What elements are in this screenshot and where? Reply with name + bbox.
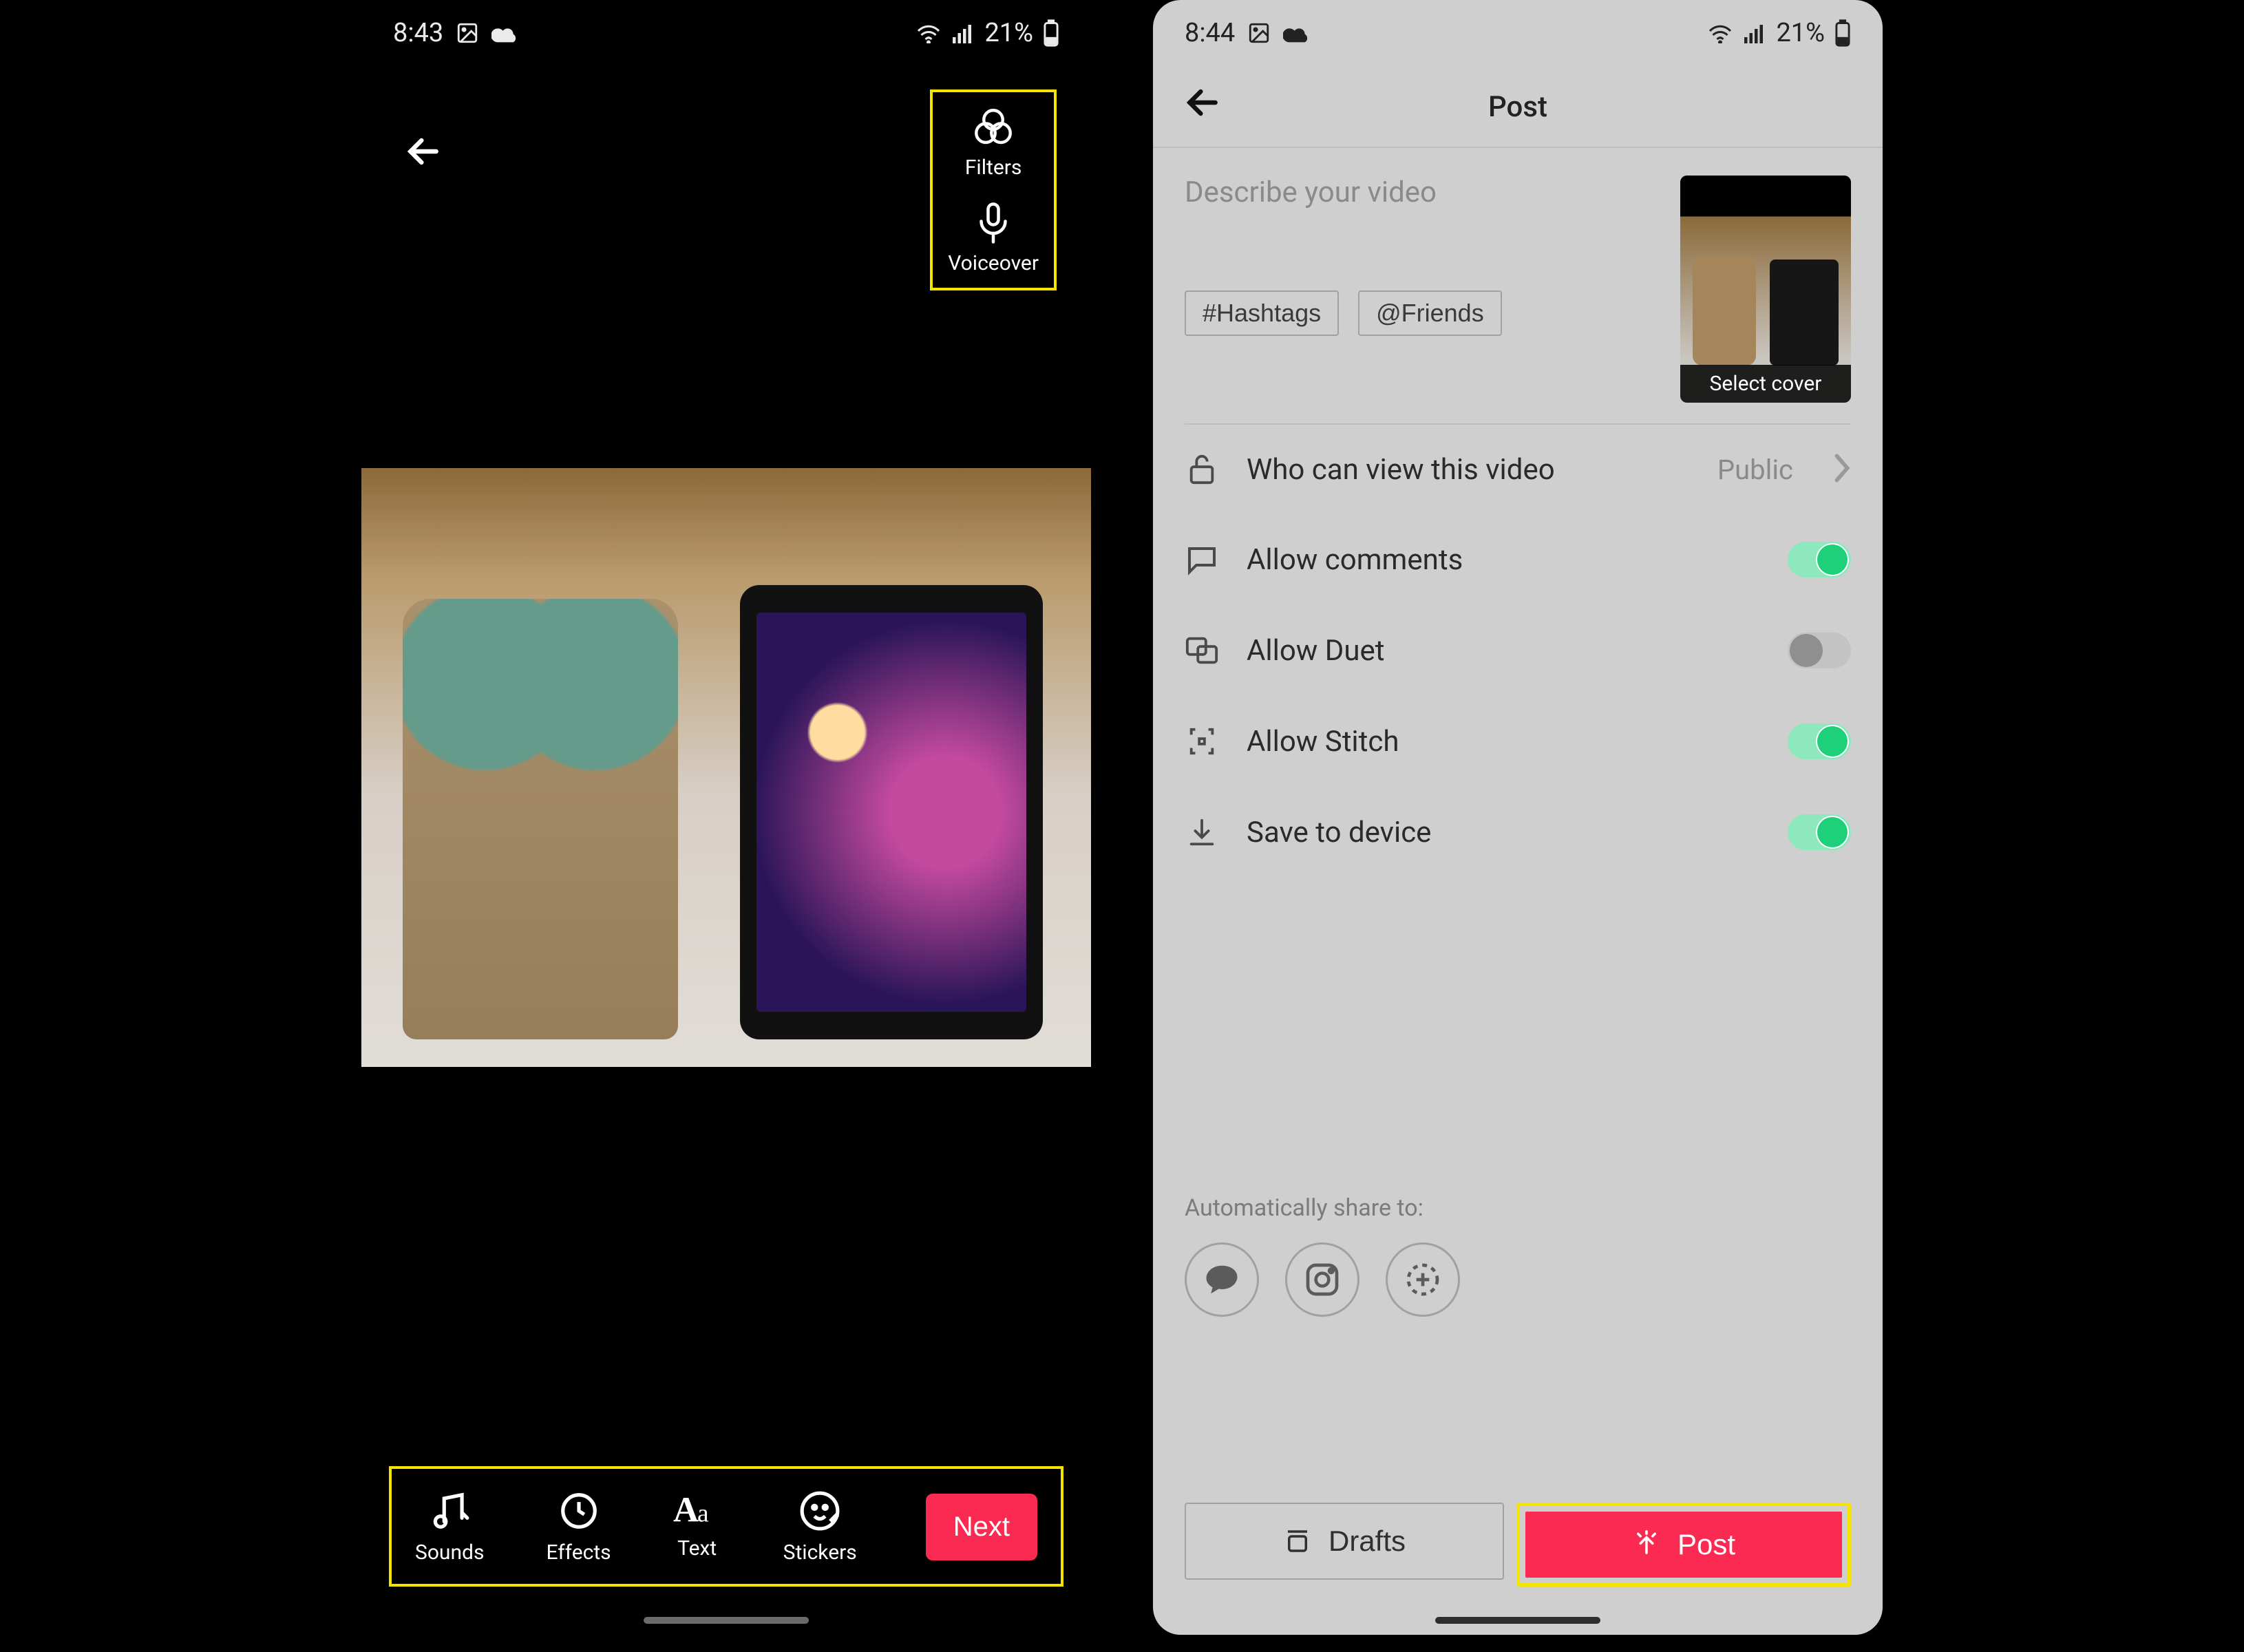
privacy-setting[interactable]: Who can view this video Public bbox=[1153, 425, 1883, 514]
duet-label: Allow Duet bbox=[1247, 634, 1760, 668]
save-toggle[interactable] bbox=[1788, 814, 1851, 850]
comments-toggle[interactable] bbox=[1788, 542, 1851, 578]
cloud-icon bbox=[1283, 23, 1311, 43]
voiceover-button[interactable]: Voiceover bbox=[948, 200, 1039, 275]
effects-button[interactable]: Effects bbox=[546, 1490, 611, 1565]
stickers-button[interactable]: Stickers bbox=[783, 1490, 857, 1565]
post-label: Post bbox=[1677, 1528, 1735, 1561]
effects-label: Effects bbox=[546, 1540, 611, 1565]
download-icon bbox=[1185, 816, 1219, 849]
svg-text:a: a bbox=[697, 1500, 709, 1528]
comments-setting: Allow comments bbox=[1153, 514, 1883, 605]
post-button[interactable]: Post bbox=[1525, 1512, 1842, 1578]
sounds-label: Sounds bbox=[415, 1540, 484, 1565]
comment-icon bbox=[1185, 544, 1219, 575]
page-title: Post bbox=[1488, 90, 1547, 124]
image-icon bbox=[456, 21, 479, 45]
bottom-toolbar-highlight: Sounds Effects Aa Text Stickers Next bbox=[389, 1466, 1063, 1587]
home-indicator[interactable] bbox=[1435, 1617, 1600, 1624]
comments-label: Allow comments bbox=[1247, 543, 1760, 577]
stitch-label: Allow Stitch bbox=[1247, 725, 1760, 759]
share-instagram-button[interactable] bbox=[1285, 1242, 1359, 1317]
status-battery-pct: 21% bbox=[984, 18, 1033, 48]
wifi-icon bbox=[915, 23, 942, 43]
signal-icon bbox=[951, 23, 975, 43]
stitch-toggle[interactable] bbox=[1788, 723, 1851, 759]
editor-screen: 8:43 21% Fi bbox=[361, 0, 1091, 1635]
back-button[interactable] bbox=[1181, 81, 1225, 127]
drafts-label: Drafts bbox=[1329, 1525, 1406, 1558]
preview-tablet bbox=[740, 585, 1043, 1039]
duet-toggle[interactable] bbox=[1788, 633, 1851, 668]
chevron-right-icon bbox=[1832, 453, 1851, 486]
home-indicator[interactable] bbox=[644, 1617, 809, 1624]
description-input[interactable]: Describe your video #Hashtags @Friends bbox=[1185, 176, 1660, 403]
filters-button[interactable]: Filters bbox=[965, 105, 1022, 180]
save-label: Save to device bbox=[1247, 816, 1760, 849]
drafts-button[interactable]: Drafts bbox=[1185, 1503, 1504, 1580]
image-icon bbox=[1247, 21, 1271, 45]
sounds-button[interactable]: Sounds bbox=[415, 1490, 484, 1565]
status-time: 8:43 bbox=[393, 18, 443, 48]
text-button[interactable]: Aa Text bbox=[673, 1490, 721, 1565]
unlock-icon bbox=[1185, 452, 1219, 487]
privacy-value: Public bbox=[1717, 454, 1793, 486]
side-tools-highlight: Filters Voiceover bbox=[930, 89, 1057, 290]
select-cover-label: Select cover bbox=[1680, 365, 1851, 403]
stitch-icon bbox=[1185, 726, 1219, 757]
video-preview bbox=[361, 468, 1091, 1067]
post-button-highlight: Post bbox=[1516, 1503, 1851, 1587]
status-bar: 8:43 21% bbox=[361, 0, 1091, 65]
share-message-button[interactable] bbox=[1185, 1242, 1259, 1317]
preview-subject bbox=[403, 599, 678, 1039]
battery-icon bbox=[1043, 19, 1059, 47]
stickers-label: Stickers bbox=[783, 1540, 857, 1565]
voiceover-label: Voiceover bbox=[948, 251, 1039, 275]
duet-icon bbox=[1185, 635, 1219, 666]
status-time: 8:44 bbox=[1185, 18, 1235, 48]
stitch-setting: Allow Stitch bbox=[1153, 696, 1883, 787]
select-cover-button[interactable]: Select cover bbox=[1680, 176, 1851, 403]
hashtags-chip[interactable]: #Hashtags bbox=[1185, 290, 1339, 336]
friends-chip[interactable]: @Friends bbox=[1358, 290, 1502, 336]
share-more-button[interactable] bbox=[1386, 1242, 1460, 1317]
status-bar: 8:44 21% bbox=[1153, 0, 1883, 65]
description-placeholder: Describe your video bbox=[1185, 176, 1660, 209]
share-label: Automatically share to: bbox=[1153, 1194, 1883, 1222]
signal-icon bbox=[1743, 23, 1766, 43]
save-setting: Save to device bbox=[1153, 787, 1883, 878]
filters-label: Filters bbox=[965, 156, 1022, 180]
wifi-icon bbox=[1707, 23, 1733, 43]
battery-icon bbox=[1834, 19, 1851, 47]
next-button[interactable]: Next bbox=[926, 1494, 1037, 1560]
back-button[interactable] bbox=[396, 124, 451, 179]
post-header: Post bbox=[1153, 72, 1883, 141]
privacy-label: Who can view this video bbox=[1247, 453, 1690, 487]
duet-setting: Allow Duet bbox=[1153, 605, 1883, 696]
post-screen: 8:44 21% Post D bbox=[1153, 0, 1883, 1635]
text-label: Text bbox=[677, 1536, 717, 1560]
cloud-icon bbox=[491, 23, 519, 43]
svg-text:A: A bbox=[673, 1491, 699, 1528]
status-battery-pct: 21% bbox=[1776, 18, 1825, 48]
